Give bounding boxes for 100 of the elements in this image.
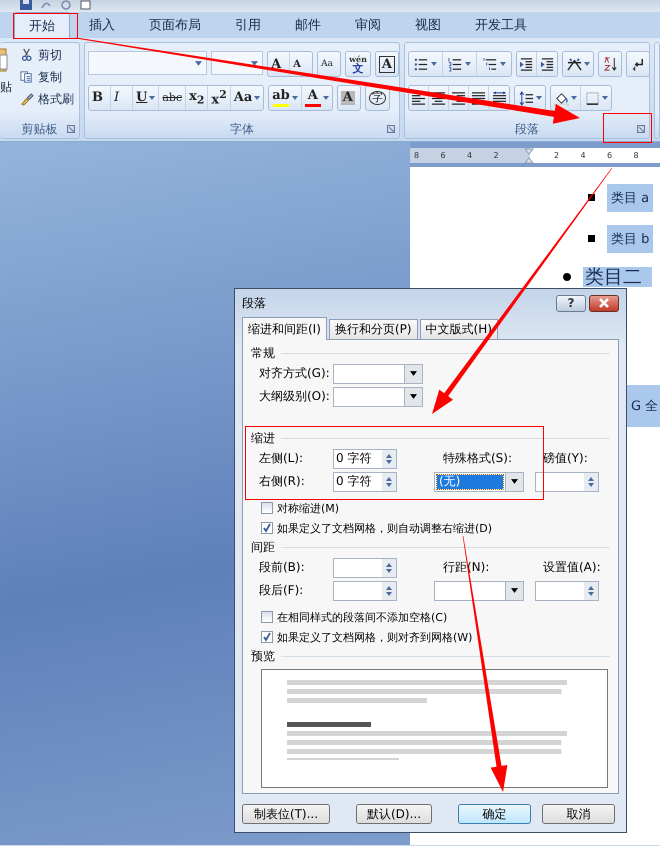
- highlight-frame: [603, 113, 652, 143]
- checkbox[interactable]: [261, 522, 273, 534]
- list-item-text: 类目 a: [607, 184, 654, 212]
- caret-icon: [194, 61, 202, 66]
- checkbox-option[interactable]: 如果定义了文档网格，则对齐到网格(W): [251, 627, 472, 647]
- font-button[interactable]: Aa: [230, 86, 264, 110]
- ribbon-tab[interactable]: 插入: [74, 12, 130, 38]
- ruler-number: 6: [607, 151, 614, 160]
- borders-icon: [584, 90, 600, 106]
- dropdown-field[interactable]: [434, 580, 524, 600]
- field-label: 段后(F):: [258, 582, 304, 599]
- section-heading: 缩进: [251, 430, 275, 446]
- shading-icon: [554, 90, 569, 106]
- checkbox-option[interactable]: 对称缩进(M): [251, 498, 340, 518]
- font-button[interactable]: ab: [269, 86, 302, 110]
- ribbon-tab[interactable]: 邮件: [280, 12, 336, 38]
- checkbox[interactable]: [261, 631, 273, 643]
- ribbon-tab[interactable]: 开始: [14, 12, 70, 38]
- dialog-tab[interactable]: 缩进和间距(I): [242, 317, 327, 340]
- font-button[interactable]: B: [89, 86, 111, 110]
- square-bullet-icon: [588, 235, 595, 242]
- caret-icon: [251, 61, 258, 66]
- group-label: 字体: [230, 120, 254, 138]
- caret-icon: [602, 96, 608, 100]
- indent-marker-icon[interactable]: [524, 148, 534, 164]
- caret-icon: [571, 96, 577, 100]
- font-button[interactable]: U: [133, 86, 160, 110]
- caret-icon: [511, 479, 518, 484]
- field-label: 设置值(A):: [543, 559, 601, 576]
- dropdown-field[interactable]: (无): [434, 472, 524, 492]
- scissors-icon: [20, 48, 34, 62]
- font-button[interactable]: Aa: [318, 52, 340, 76]
- ribbon-tab[interactable]: 开发工具: [460, 12, 542, 38]
- ruler-number: 2: [494, 151, 500, 160]
- list-item-text: G 全: [625, 384, 660, 426]
- field-label: 特殊格式(S):: [443, 450, 512, 467]
- dialog-button[interactable]: 确定: [458, 804, 531, 824]
- help-button[interactable]: ?: [556, 294, 586, 312]
- font-button[interactable]: x$_{2}$: [186, 86, 208, 110]
- line-spacing-icon: [518, 90, 534, 106]
- font-button[interactable]: x$^{2}$: [208, 86, 231, 110]
- spin-field[interactable]: [333, 558, 397, 578]
- font-button[interactable]: A: [338, 86, 360, 110]
- spin-field[interactable]: [535, 472, 599, 492]
- sort-icon: [602, 56, 618, 72]
- checkbox[interactable]: [261, 611, 273, 623]
- dialog-tab[interactable]: 换行和分页(P): [328, 319, 418, 339]
- close-button[interactable]: [589, 294, 619, 312]
- section-heading: 常规: [251, 344, 275, 362]
- dropdown-field[interactable]: [333, 364, 423, 384]
- spin-field[interactable]: [333, 580, 397, 600]
- font-button[interactable]: A: [290, 52, 312, 76]
- dialog-launcher-icon[interactable]: [637, 125, 645, 133]
- font-button[interactable]: abc: [159, 86, 186, 110]
- multilevel-list-icon: [482, 56, 498, 72]
- font-button[interactable]: I: [111, 86, 133, 110]
- spin-field[interactable]: 0 字符: [333, 448, 397, 468]
- spin-arrows-icon: [385, 584, 393, 596]
- group-label: 段落: [515, 120, 539, 138]
- checkbox-option[interactable]: 如果定义了文档网格，则自动调整右缩进(D): [251, 518, 492, 538]
- field-label: 左侧(L):: [258, 450, 304, 467]
- dialog-button[interactable]: 制表位(T)...: [242, 804, 330, 824]
- field-label: 行距(N):: [443, 559, 490, 576]
- dropdown-field[interactable]: [333, 386, 423, 406]
- paste-icon[interactable]: [0, 47, 8, 73]
- field-label: 段前(B):: [258, 559, 306, 576]
- caret-icon: [536, 96, 542, 100]
- spin-field[interactable]: 0 字符: [333, 472, 397, 492]
- ribbon-tab[interactable]: 审阅: [340, 12, 396, 38]
- ribbon-tab[interactable]: 引用: [220, 12, 276, 38]
- dialog-button[interactable]: 取消: [542, 804, 615, 824]
- dialog-button[interactable]: 默认(D)...: [356, 804, 432, 824]
- font-name-field[interactable]: [88, 51, 207, 75]
- ruler-number: 8: [414, 151, 420, 160]
- decrease-indent-button[interactable]: [517, 52, 537, 76]
- field-label: 大纲级别(O):: [258, 388, 331, 405]
- dialog-launcher-icon[interactable]: [387, 125, 395, 133]
- clipboard-command[interactable]: 复制: [18, 67, 76, 87]
- caret-icon: [410, 371, 417, 376]
- font-button[interactable]: wén 文: [346, 52, 370, 76]
- ruler[interactable]: 8 6 4 2 2 4 6 8: [410, 148, 660, 163]
- checkbox[interactable]: [261, 502, 273, 514]
- ribbon-tab[interactable]: 视图: [400, 12, 456, 38]
- checkbox-option[interactable]: 在相同样式的段落间不添加空格(C): [251, 607, 448, 627]
- paste-label[interactable]: 贴: [0, 79, 14, 96]
- highlight-frame: [13, 13, 78, 39]
- spin-arrows-icon: [385, 476, 393, 488]
- clipboard-command[interactable]: 剪切: [18, 45, 76, 65]
- undo-icon[interactable]: [40, 0, 52, 10]
- spin-arrows-icon: [385, 562, 393, 574]
- save-icon[interactable]: [20, 0, 32, 10]
- brush-icon: [20, 92, 34, 106]
- copy-icon: [20, 70, 34, 84]
- spin-field[interactable]: [535, 580, 599, 600]
- clipboard-command[interactable]: 格式刷: [18, 89, 76, 109]
- caret-icon: [500, 62, 506, 66]
- round-bullet-icon: [563, 273, 571, 281]
- ribbon-tab[interactable]: 页面布局: [134, 12, 216, 38]
- font-button[interactable]: A: [302, 86, 332, 110]
- dialog-launcher-icon[interactable]: [67, 125, 75, 133]
